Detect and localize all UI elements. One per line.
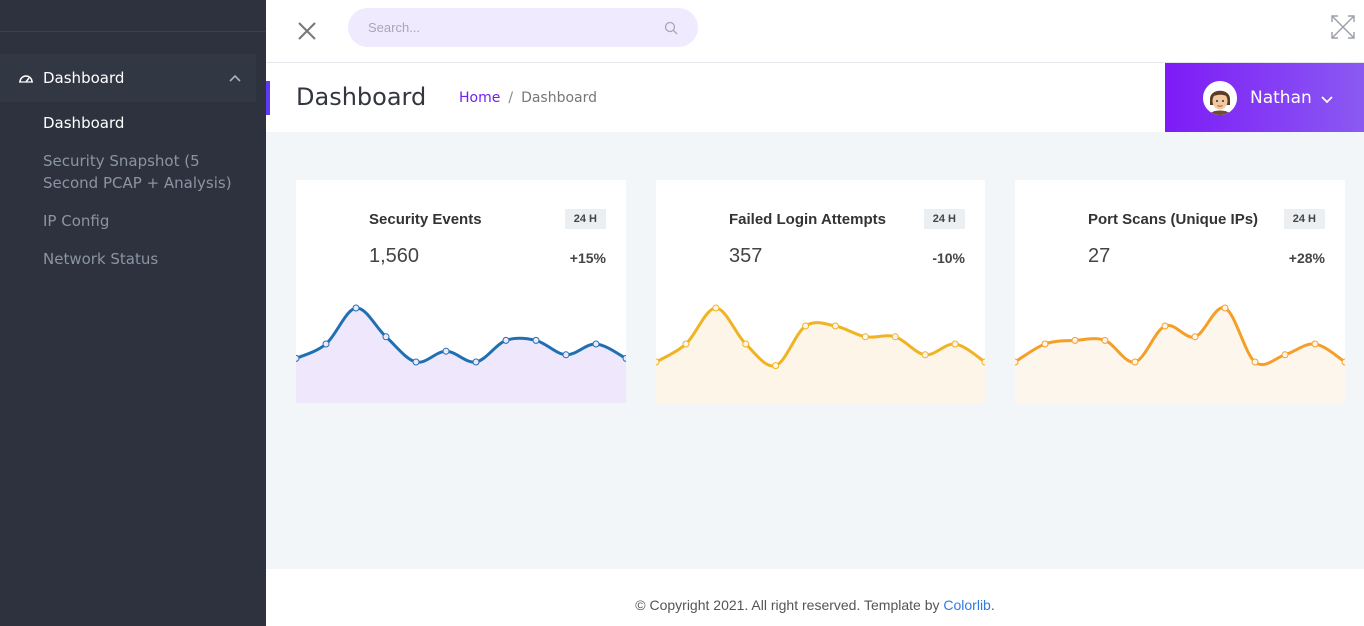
- sparkline-chart: [1015, 304, 1345, 403]
- breadcrumb-current: Dashboard: [521, 90, 598, 106]
- footer: © Copyright 2021. All right reserved. Te…: [266, 569, 1364, 626]
- sparkline-point: [382, 333, 390, 341]
- sidebar-header: [0, 0, 266, 32]
- sparkline-point: [1341, 358, 1345, 366]
- search-input[interactable]: [348, 8, 628, 47]
- sparkline-point: [1251, 358, 1259, 366]
- sparkline-point: [532, 336, 540, 344]
- sparkline-area: [1015, 307, 1345, 403]
- sparkline-point: [831, 322, 839, 330]
- sparkline-point: [802, 322, 810, 330]
- sparkline-point: [592, 340, 600, 348]
- card-title: Port Scans (Unique IPs): [1088, 211, 1259, 228]
- sparkline-point: [656, 358, 660, 366]
- sparkline-point: [682, 340, 690, 348]
- stat-card-security-events: Security Events 24 H 1,560 +15%: [296, 180, 626, 403]
- sparkline-point: [1161, 322, 1169, 330]
- card-value: 27: [1088, 245, 1111, 267]
- sparkline-point: [1041, 340, 1049, 348]
- sparkline-point: [412, 358, 420, 366]
- sparkline-point: [921, 351, 929, 359]
- sparkline-point: [712, 304, 720, 312]
- sparkline-point: [1191, 333, 1199, 341]
- sparkline-point: [472, 358, 480, 366]
- sparkline-point: [296, 354, 300, 362]
- sidebar-subitem-dashboard[interactable]: Dashboard: [43, 112, 243, 134]
- chevron-up-icon[interactable]: [228, 71, 242, 85]
- sparkline-point: [1071, 336, 1079, 344]
- card-change: +28%: [1288, 250, 1325, 266]
- sidebar-item-dashboard[interactable]: Dashboard: [0, 54, 256, 102]
- breadcrumb: Home / Dashboard: [459, 90, 597, 106]
- sparkline-point: [742, 340, 750, 348]
- period-badge: 24 H: [1283, 209, 1325, 229]
- sparkline-point: [1131, 358, 1139, 366]
- chevron-down-icon: [1320, 91, 1334, 105]
- stat-card-port-scans: Port Scans (Unique IPs) 24 H 27 +28%: [1015, 180, 1345, 403]
- user-menu-button[interactable]: Nathan: [1165, 63, 1364, 132]
- breadcrumb-home-link[interactable]: Home: [459, 90, 500, 106]
- sparkline-point: [502, 336, 510, 344]
- close-icon[interactable]: [296, 20, 318, 42]
- copyright-text: © Copyright 2021. All right reserved. Te…: [635, 597, 944, 613]
- card-title: Failed Login Attempts: [729, 211, 886, 228]
- sparkline-chart: [296, 304, 626, 403]
- sparkline-point: [1311, 340, 1319, 348]
- sparkline-area: [296, 307, 626, 403]
- card-change: +15%: [569, 250, 606, 266]
- topbar: [266, 0, 1364, 63]
- search-icon[interactable]: [664, 20, 678, 35]
- sidebar-submenu: Dashboard Security Snapshot (5 Second PC…: [43, 112, 243, 286]
- sparkline-point: [891, 333, 899, 341]
- sparkline-point: [772, 362, 780, 370]
- footer-suffix: .: [990, 597, 995, 613]
- stat-card-failed-logins: Failed Login Attempts 24 H 357 -10%: [656, 180, 985, 403]
- header-accent-bar: [266, 81, 270, 115]
- sidebar-item-label: Dashboard: [43, 69, 125, 87]
- card-value: 357: [729, 245, 763, 267]
- card-change: -10%: [932, 250, 965, 266]
- sidebar: Dashboard Dashboard Security Snapshot (5…: [0, 0, 266, 626]
- sparkline-point: [322, 340, 330, 348]
- sidebar-subitem-network-status[interactable]: Network Status: [43, 248, 243, 270]
- breadcrumb-separator: /: [508, 90, 514, 106]
- user-name: Nathan: [1250, 87, 1312, 108]
- sparkline-point: [562, 351, 570, 359]
- period-badge: 24 H: [923, 209, 965, 229]
- dashboard-gauge-icon: [18, 72, 34, 84]
- sparkline-point: [622, 354, 626, 362]
- colorlib-link[interactable]: Colorlib: [943, 597, 990, 613]
- search-box: [348, 8, 698, 47]
- footer-text: © Copyright 2021. All right reserved. Te…: [266, 597, 1364, 613]
- sparkline-point: [1221, 304, 1229, 312]
- sidebar-subitem-security-snapshot[interactable]: Security Snapshot (5 Second PCAP + Analy…: [43, 150, 243, 194]
- page-title: Dashboard: [296, 83, 427, 111]
- card-value: 1,560: [369, 245, 420, 267]
- sparkline-point: [1101, 336, 1109, 344]
- avatar: [1203, 80, 1237, 115]
- sparkline-point: [1015, 358, 1019, 366]
- sparkline-chart: [656, 304, 985, 403]
- fullscreen-icon[interactable]: [1330, 14, 1356, 40]
- period-badge: 24 H: [564, 209, 606, 229]
- sparkline-point: [951, 340, 959, 348]
- card-title: Security Events: [369, 211, 482, 228]
- sparkline-point: [442, 347, 450, 355]
- sidebar-subitem-ip-config[interactable]: IP Config: [43, 210, 243, 232]
- sparkline-point: [352, 304, 360, 312]
- sparkline-point: [1281, 351, 1289, 359]
- sparkline-point: [981, 358, 985, 366]
- sparkline-point: [861, 333, 869, 341]
